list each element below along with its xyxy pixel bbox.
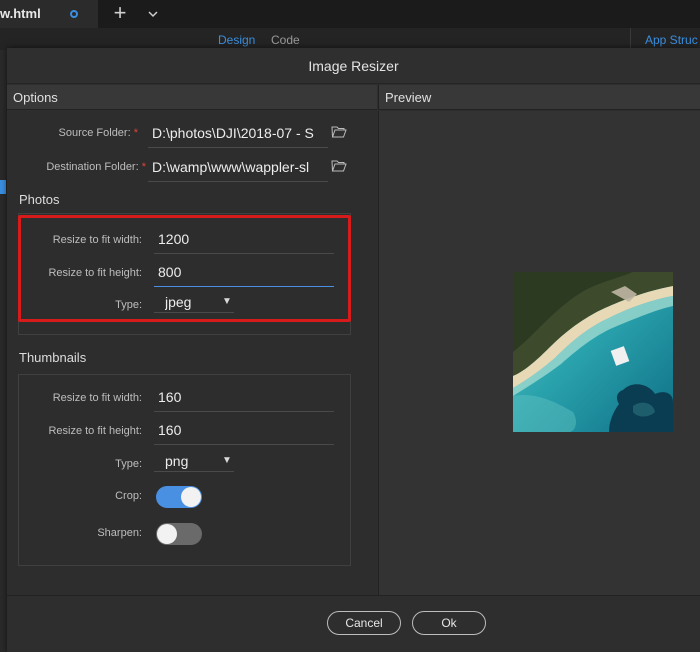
thumbnails-width-underline — [154, 411, 334, 412]
source-folder-browse-button[interactable] — [331, 125, 347, 142]
file-tab-label: w.html — [0, 6, 41, 21]
photos-section-title: Photos — [19, 192, 60, 207]
crop-label: Crop: — [115, 490, 142, 502]
highlight-box — [18, 215, 351, 322]
crop-toggle[interactable] — [156, 486, 202, 508]
dialog-title: Image Resizer — [7, 48, 700, 84]
view-switcher-bar — [0, 28, 700, 50]
thumbnails-width-label: Resize to fit width: — [52, 392, 142, 404]
thumbnails-width-input[interactable]: 160 — [158, 389, 328, 405]
destination-folder-input[interactable]: D:\wamp\www\wappler-sl — [152, 159, 324, 175]
thumbnails-height-input[interactable]: 160 — [158, 422, 328, 438]
folder-open-icon — [331, 160, 347, 172]
chevron-down-icon — [148, 11, 158, 18]
thumbnails-height-label: Resize to fit height: — [48, 425, 142, 437]
unsaved-dot-icon — [70, 10, 78, 18]
sidebar-marker — [0, 180, 6, 194]
thumbnails-type-select[interactable]: png ▼ — [158, 453, 234, 471]
plus-icon: + — [113, 0, 127, 25]
source-folder-label: Source Folder: * — [20, 127, 139, 139]
design-view-tab[interactable]: Design — [218, 33, 255, 47]
new-tab-button[interactable]: + — [108, 2, 132, 26]
required-mark: * — [141, 161, 146, 173]
thumbnails-type-label: Type: — [115, 458, 142, 470]
preview-header: Preview — [378, 85, 700, 110]
destination-folder-browse-button[interactable] — [331, 159, 347, 176]
sharpen-toggle-knob — [157, 524, 177, 544]
thumbnails-type-value: png — [165, 453, 189, 469]
caret-down-icon: ▼ — [222, 455, 232, 466]
crop-toggle-knob — [181, 487, 201, 507]
sharpen-label: Sharpen: — [97, 527, 142, 539]
options-header: Options — [7, 85, 377, 110]
thumbnails-type-underline — [154, 471, 234, 472]
file-tab[interactable]: w.html — [0, 0, 98, 28]
destination-folder-label-text: Destination Folder: — [46, 161, 139, 173]
folder-open-icon — [331, 126, 347, 138]
required-mark: * — [133, 127, 138, 139]
cancel-button[interactable]: Cancel — [327, 611, 401, 635]
destination-folder-label: Destination Folder: * — [20, 161, 146, 173]
source-folder-input[interactable]: D:\photos\DJI\2018-07 - S — [152, 125, 324, 141]
aerial-beach-image — [513, 272, 673, 432]
source-folder-label-text: Source Folder: — [58, 127, 131, 139]
source-folder-underline — [148, 147, 328, 148]
sharpen-toggle[interactable] — [156, 523, 202, 545]
destination-folder-underline — [148, 181, 328, 182]
preview-image — [513, 272, 673, 432]
thumbnails-height-underline — [154, 444, 334, 445]
ok-button[interactable]: Ok — [412, 611, 486, 635]
tab-list-button[interactable] — [144, 3, 162, 25]
thumbnails-section-title: Thumbnails — [19, 350, 87, 365]
editor-tab-bar — [0, 0, 700, 28]
code-view-tab[interactable]: Code — [271, 33, 300, 47]
